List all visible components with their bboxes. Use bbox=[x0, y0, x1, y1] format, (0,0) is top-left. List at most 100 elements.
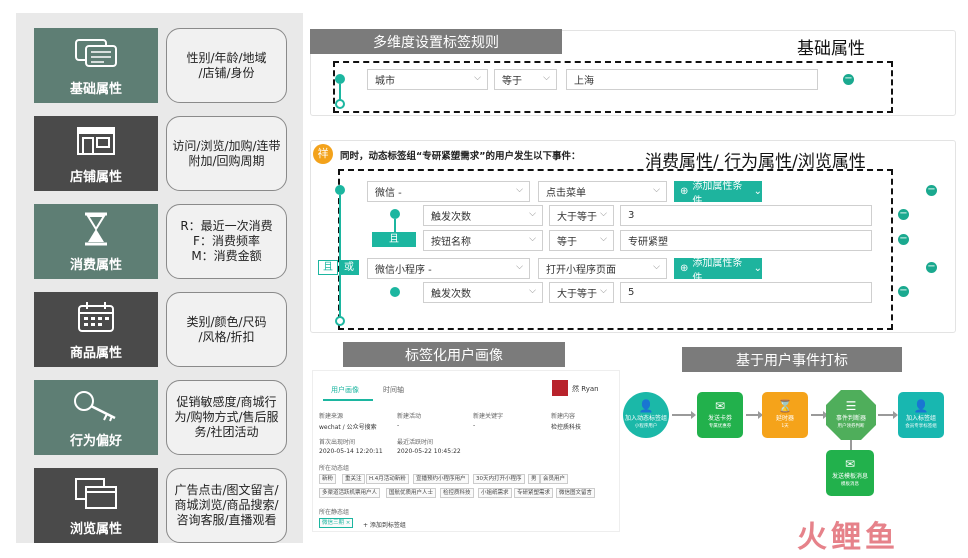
remove-condition-icon[interactable]: − bbox=[898, 234, 909, 245]
rule2-row3-op[interactable]: 等于 ⌵ bbox=[549, 230, 614, 251]
hourglass-icon: ⌛ bbox=[777, 399, 793, 413]
flow-node-send-template[interactable]: ✉ 发送模板消息 模板消息 bbox=[826, 450, 874, 496]
condition-node bbox=[390, 287, 400, 297]
rule2-row3-value[interactable]: 专研紧塑 bbox=[620, 230, 872, 251]
flow-node-join-group[interactable]: 👤 加入标签组 会员专享标签组 bbox=[898, 392, 944, 438]
tag: 新粉 bbox=[319, 474, 337, 484]
category-label: 消费属性 bbox=[69, 258, 122, 273]
rule2-row2-field[interactable]: 触发次数 ⌵ bbox=[423, 205, 543, 226]
chevron-down-icon: ⌵ bbox=[529, 209, 536, 219]
user-name: 然 Ryan bbox=[572, 385, 599, 393]
tag: 会员用户 bbox=[540, 474, 569, 484]
tag: 微信图文留言 bbox=[556, 488, 596, 498]
category-tile-store[interactable]: 店铺属性 bbox=[34, 116, 158, 191]
slide: { "categories": [ {"label": "基础属性", "des… bbox=[0, 0, 968, 558]
hourglass-icon bbox=[81, 204, 111, 254]
add-to-group-link[interactable]: + 添加到标签组 bbox=[363, 520, 406, 529]
category-desc-basic: 性别/年龄/地域 /店铺/身份 bbox=[166, 28, 287, 103]
rule2-row5-op[interactable]: 大于等于 ⌵ bbox=[549, 282, 614, 303]
category-desc-store: 访问/浏览/加购/连带 附加/回购周期 bbox=[166, 116, 287, 191]
rule2-row1-field[interactable]: 微信 - ⌵ bbox=[367, 181, 530, 202]
remove-rule-icon[interactable]: − bbox=[926, 185, 937, 196]
dynamic-group-label: 所在动态组 bbox=[319, 465, 350, 472]
rule2-row4-op[interactable]: 打开小程序页面 ⌵ bbox=[538, 258, 667, 279]
flow-arrow bbox=[672, 411, 696, 419]
chevron-down-icon: ⌄ bbox=[753, 263, 762, 274]
tag: 国航优质用户人士 bbox=[386, 488, 437, 498]
user-icon: 👤 bbox=[913, 399, 929, 413]
category-tile-basic[interactable]: 基础属性 bbox=[34, 28, 158, 103]
category-label: 基础属性 bbox=[69, 82, 122, 97]
col-value: - bbox=[473, 422, 476, 429]
remove-condition-icon[interactable]: − bbox=[898, 209, 909, 220]
tag: 小姐纸需求 bbox=[478, 488, 512, 498]
static-tag[interactable]: 微信三期 × bbox=[319, 518, 354, 528]
tab-timeline[interactable]: 时间轴 bbox=[383, 385, 404, 395]
plus-circle-icon: ⊕ bbox=[680, 263, 689, 274]
static-group-label: 所在静态组 bbox=[319, 509, 350, 516]
rule2-row4-field[interactable]: 微信小程序 - ⌵ bbox=[367, 258, 530, 279]
rule-connector bbox=[339, 195, 341, 317]
category-label: 行为偏好 bbox=[69, 434, 122, 449]
remove-rule-icon[interactable]: − bbox=[843, 74, 854, 85]
condition-connector bbox=[394, 219, 396, 233]
add-rule-icon[interactable] bbox=[335, 316, 345, 326]
col-label: 新建来源 bbox=[319, 413, 344, 420]
heading-multi-dim: 多维度设置标签规则 bbox=[310, 29, 562, 54]
category-tile-consumption[interactable]: 消费属性 bbox=[34, 204, 158, 279]
flow-node-delay[interactable]: ⌛ 延时器 1天 bbox=[762, 392, 808, 438]
chevron-down-icon: ⌵ bbox=[600, 234, 607, 244]
logic-toggle-and[interactable]: 且 bbox=[318, 260, 338, 275]
category-label: 店铺属性 bbox=[69, 170, 122, 185]
add-condition-button[interactable]: ⊕ 添加属性条件 ⌄ bbox=[674, 258, 762, 284]
category-tile-product[interactable]: 商品属性 bbox=[34, 292, 158, 367]
category-tile-browse[interactable]: 浏览属性 bbox=[34, 468, 158, 543]
chevron-down-icon: ⌵ bbox=[653, 185, 660, 195]
logic-toggle-or[interactable]: 或 bbox=[339, 260, 359, 275]
condition-node bbox=[390, 209, 400, 219]
col-label: 新建活动 bbox=[397, 413, 422, 420]
tab-underline bbox=[323, 399, 373, 401]
plus-circle-icon: ⊕ bbox=[680, 186, 689, 197]
flow-arrow bbox=[811, 411, 828, 419]
category-desc-browse: 广告点击/图文留言/ 商城浏览/商品搜索/ 咨询客服/直播观看 bbox=[166, 468, 287, 543]
category-desc-consumption: R：最近一次消费 F：消费频率 M：消费金额 bbox=[166, 204, 287, 279]
flow-arrow bbox=[878, 411, 898, 419]
add-condition-button[interactable]: ⊕ 添加属性条件 ⌄ bbox=[674, 181, 762, 207]
flow-node-send-coupon[interactable]: ✉ 发送卡券 专属优惠券 bbox=[697, 392, 743, 438]
rule2-row2-value[interactable]: 3 bbox=[620, 205, 872, 226]
rule2-row5-field[interactable]: 触发次数 ⌵ bbox=[423, 282, 543, 303]
rule2-row2-op[interactable]: 大于等于 ⌵ bbox=[549, 205, 614, 226]
watermark-logo: 火鲤鱼 bbox=[797, 520, 899, 555]
rule1-value-input[interactable]: 上海 bbox=[566, 69, 818, 90]
rule-connector bbox=[339, 84, 341, 100]
remove-condition-icon[interactable]: − bbox=[898, 286, 909, 297]
chevron-down-icon: ⌵ bbox=[516, 262, 523, 272]
category-desc-behavior: 促销敏感度/商城行 为/购物方式/售后服 务/社团活动 bbox=[166, 380, 287, 455]
col-label: 新建内容 bbox=[551, 413, 576, 420]
chat-bubbles-icon bbox=[74, 28, 118, 78]
tag: 多渠道活跃机票用户人 bbox=[319, 488, 381, 498]
rule2-row5-value[interactable]: 5 bbox=[620, 282, 872, 303]
chevron-down-icon: ⌵ bbox=[529, 234, 536, 244]
tag: 宣播预约小程序用户 bbox=[413, 474, 469, 484]
chevron-down-icon: ⌵ bbox=[600, 286, 607, 296]
remove-rule-icon[interactable]: − bbox=[926, 262, 937, 273]
tag: 重关注 bbox=[342, 474, 365, 484]
flow-node-join-dynamic[interactable]: 👤 加入动态标签组 小程序用户 bbox=[623, 392, 669, 438]
category-label: 商品属性 bbox=[69, 346, 122, 361]
add-rule-icon[interactable] bbox=[335, 99, 345, 109]
and-toggle[interactable]: 且 bbox=[372, 232, 416, 247]
avatar bbox=[552, 380, 568, 396]
flow-node-event-judge[interactable]: ☰ 事件判断器 用户领券判断 bbox=[826, 390, 876, 440]
rule2-row3-field[interactable]: 按钮名称 ⌵ bbox=[423, 230, 543, 251]
category-tile-behavior[interactable]: 行为偏好 bbox=[34, 380, 158, 455]
rule1-op-select[interactable]: 等于 ⌵ bbox=[494, 69, 557, 90]
wechat-icon: ✉ bbox=[714, 399, 726, 413]
tab-user-profile[interactable]: 用户画像 bbox=[331, 385, 359, 395]
wechat-icon: ✉ bbox=[844, 457, 856, 471]
rule1-field-select[interactable]: 城市 ⌵ bbox=[367, 69, 488, 90]
flow-arrow-down bbox=[850, 440, 852, 450]
tag: H.4月活动新粉 bbox=[366, 474, 409, 484]
rule2-row1-op[interactable]: 点击菜单 ⌵ bbox=[538, 181, 667, 202]
